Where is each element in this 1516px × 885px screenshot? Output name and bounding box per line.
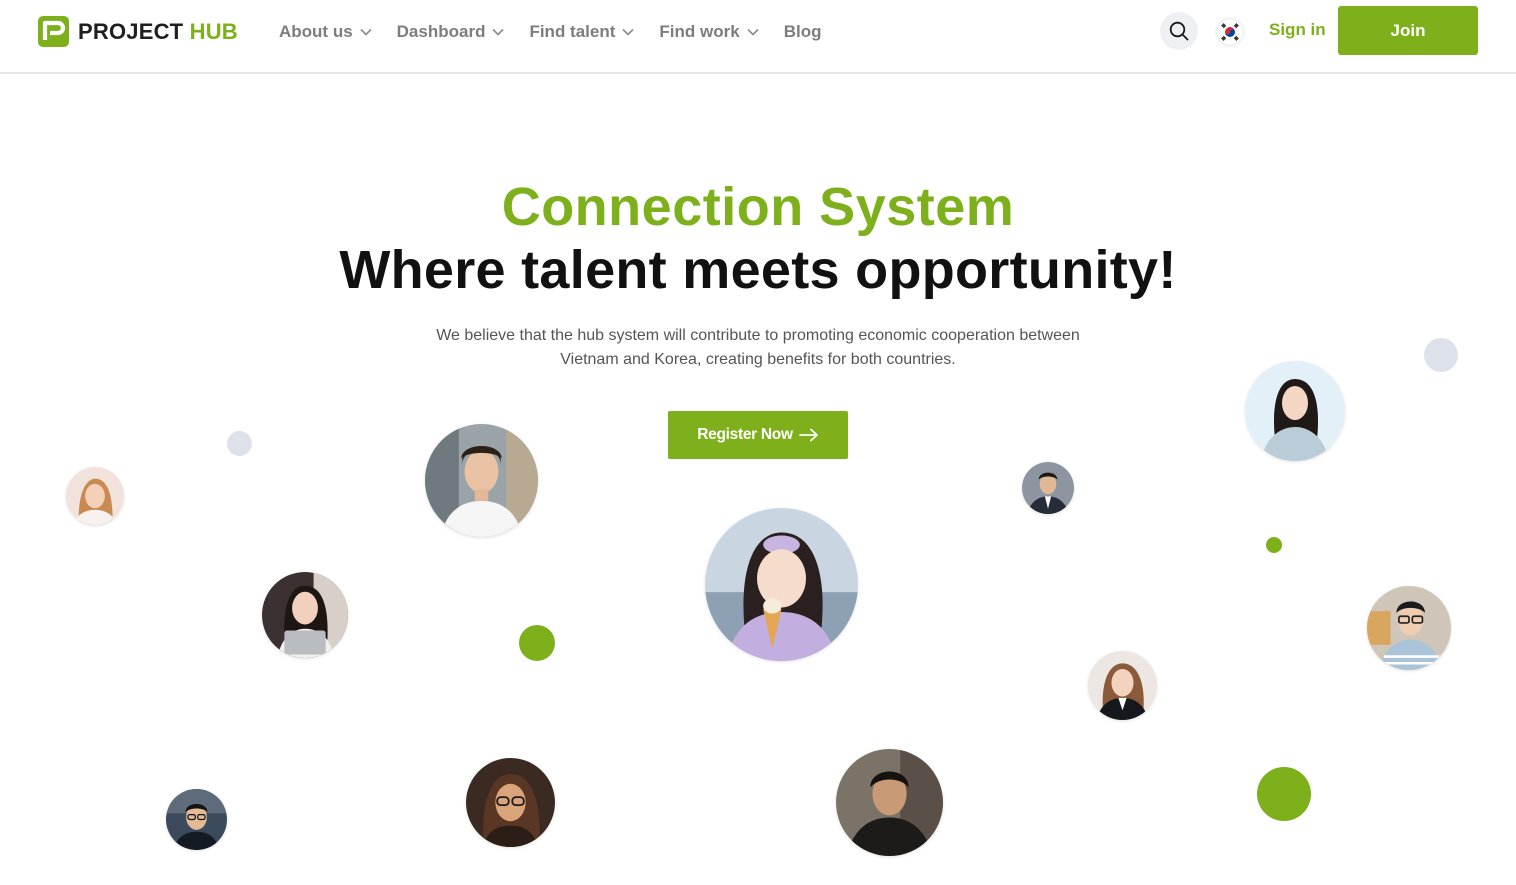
talent-avatar bbox=[262, 572, 348, 658]
nav-item-label: Find talent bbox=[529, 22, 616, 41]
nav-item-blog[interactable]: Blog bbox=[784, 22, 822, 42]
person-portrait-icon bbox=[166, 789, 227, 850]
talent-avatar bbox=[1088, 651, 1157, 720]
nav-item-label: Dashboard bbox=[396, 22, 486, 41]
korea-flag-icon bbox=[1217, 19, 1243, 45]
register-now-button[interactable]: Register Now bbox=[668, 411, 848, 459]
talent-avatar bbox=[166, 789, 227, 850]
logo-text-hub: HUB bbox=[189, 18, 238, 44]
logo[interactable]: PROJECT HUB bbox=[38, 16, 238, 47]
nav-item-label: About us bbox=[279, 22, 353, 41]
logo-text-project: PROJECT bbox=[78, 18, 184, 44]
nav-item-label: Blog bbox=[783, 22, 822, 41]
hero-title: Where talent meets opportunity! bbox=[339, 240, 1177, 300]
hero-title-highlight: Connection System bbox=[501, 177, 1015, 237]
chevron-down-icon bbox=[747, 28, 759, 36]
chevron-down-icon bbox=[492, 28, 505, 36]
nav-item-label: Find work bbox=[659, 22, 740, 41]
person-portrait-icon bbox=[1088, 651, 1157, 720]
decorative-dot bbox=[1424, 338, 1458, 372]
talent-avatar bbox=[1245, 361, 1345, 461]
person-portrait-icon bbox=[1367, 586, 1451, 670]
talent-avatar bbox=[466, 758, 555, 847]
person-portrait-icon bbox=[466, 758, 555, 847]
language-selector[interactable] bbox=[1215, 17, 1245, 47]
person-portrait-icon bbox=[1022, 462, 1074, 514]
arrow-right-icon bbox=[798, 428, 818, 442]
chevron-down-icon bbox=[360, 28, 372, 36]
talent-avatar bbox=[1022, 462, 1074, 514]
person-portrait-icon bbox=[66, 467, 124, 525]
nav-item-about-us[interactable]: About us bbox=[279, 22, 372, 42]
join-button[interactable]: Join bbox=[1338, 6, 1478, 55]
person-portrait-icon bbox=[262, 572, 348, 658]
talent-avatar bbox=[836, 749, 943, 856]
main-nav: About us Dashboard Find talent Find work… bbox=[279, 20, 846, 44]
logo-text: PROJECT HUB bbox=[78, 19, 238, 45]
register-now-label: Register Now bbox=[697, 426, 793, 443]
person-portrait-icon bbox=[1245, 361, 1345, 461]
person-portrait-icon bbox=[836, 749, 943, 856]
nav-item-find-work[interactable]: Find work bbox=[659, 22, 759, 42]
decorative-dot bbox=[1266, 537, 1282, 553]
search-button[interactable] bbox=[1160, 12, 1198, 50]
nav-item-find-talent[interactable]: Find talent bbox=[529, 22, 634, 42]
sign-in-link[interactable]: Sign in bbox=[1269, 20, 1326, 40]
talent-avatar bbox=[425, 424, 538, 537]
talent-avatar bbox=[705, 508, 858, 661]
talent-avatar bbox=[1367, 586, 1451, 670]
person-portrait-icon bbox=[705, 508, 858, 661]
person-portrait-icon bbox=[425, 424, 538, 537]
chevron-down-icon bbox=[622, 28, 634, 36]
decorative-dot bbox=[227, 431, 252, 456]
decorative-dot bbox=[1257, 767, 1311, 821]
decorative-dot bbox=[519, 625, 555, 661]
logo-icon bbox=[38, 16, 69, 47]
hero-description: We believe that the hub system will cont… bbox=[436, 327, 1080, 368]
site-header: PROJECT HUB About us Dashboard Find tale… bbox=[0, 0, 1516, 74]
talent-avatar bbox=[66, 467, 124, 525]
nav-item-dashboard[interactable]: Dashboard bbox=[397, 22, 505, 42]
search-icon bbox=[1169, 21, 1189, 41]
